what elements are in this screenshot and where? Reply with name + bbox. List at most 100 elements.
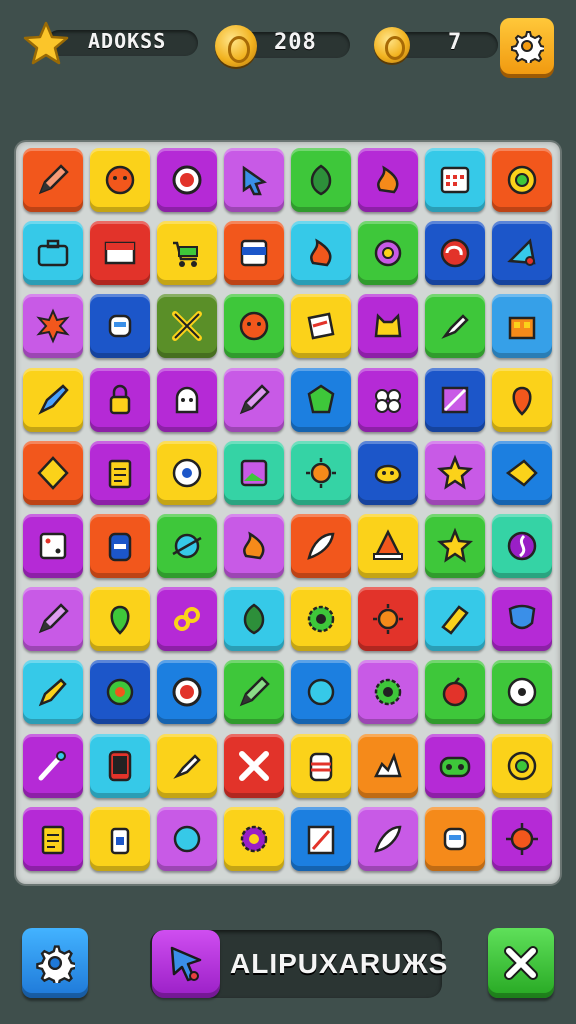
jar-icon	[108, 532, 132, 562]
board-tile[interactable]	[224, 221, 284, 286]
shield-icon	[508, 604, 536, 630]
board-tile[interactable]	[492, 660, 552, 725]
clipboard-icon	[41, 825, 65, 855]
board-tile[interactable]	[157, 514, 217, 578]
board-tile[interactable]	[425, 367, 485, 432]
board-tile[interactable]	[425, 221, 485, 286]
close-button[interactable]	[488, 928, 554, 998]
board-tile[interactable]	[23, 806, 83, 871]
board-tile[interactable]	[224, 733, 284, 798]
board-tile[interactable]	[90, 440, 150, 505]
burst-icon	[36, 308, 70, 344]
board-tile[interactable]	[425, 294, 485, 359]
board-tile[interactable]	[291, 514, 351, 578]
board-tile[interactable]	[492, 440, 552, 505]
board-tile[interactable]	[23, 367, 83, 432]
board-tile[interactable]	[157, 587, 217, 652]
hint-button[interactable]	[152, 930, 220, 998]
board-tile[interactable]	[492, 733, 552, 798]
board-tile[interactable]	[157, 294, 217, 359]
board-tile[interactable]	[492, 587, 552, 652]
board-tile[interactable]	[157, 221, 217, 286]
board-tile[interactable]	[23, 440, 83, 505]
board-tile[interactable]	[90, 514, 150, 578]
board-tile[interactable]	[291, 587, 351, 652]
board-tile[interactable]	[157, 440, 217, 505]
feather-icon	[307, 532, 335, 560]
board-tile[interactable]	[157, 367, 217, 432]
board-tile[interactable]	[291, 221, 351, 286]
fire-icon	[310, 238, 332, 267]
board-tile[interactable]	[90, 221, 150, 286]
board-tile[interactable]	[291, 294, 351, 359]
board-tile[interactable]	[291, 440, 351, 505]
board-tile[interactable]	[23, 514, 83, 578]
board-tile[interactable]	[90, 294, 150, 359]
board-tile[interactable]	[224, 660, 284, 725]
board-tile[interactable]	[224, 806, 284, 871]
board-tile[interactable]	[358, 514, 418, 578]
banner-icon	[240, 239, 268, 267]
board-tile[interactable]	[90, 660, 150, 725]
board-tile[interactable]	[425, 514, 485, 578]
board-tile[interactable]	[492, 294, 552, 359]
calendar-icon	[440, 166, 470, 194]
bottle-icon	[110, 827, 130, 855]
board-tile[interactable]	[492, 367, 552, 432]
board-tile[interactable]	[23, 148, 83, 212]
board-tile[interactable]	[157, 660, 217, 725]
robot-icon	[443, 827, 467, 851]
board-tile[interactable]	[23, 587, 83, 652]
board-tile[interactable]	[157, 148, 217, 212]
board-tile[interactable]	[224, 148, 284, 212]
board-tile[interactable]	[425, 148, 485, 212]
settings-button-bottom[interactable]	[22, 928, 88, 998]
board-tile[interactable]	[291, 148, 351, 212]
board-tile[interactable]	[224, 367, 284, 432]
board-tile[interactable]	[224, 514, 284, 578]
board-tile[interactable]	[291, 367, 351, 432]
board-tile[interactable]	[291, 733, 351, 798]
board-tile[interactable]	[492, 514, 552, 578]
board-tile[interactable]	[291, 806, 351, 871]
board-tile[interactable]	[492, 806, 552, 871]
board-tile[interactable]	[358, 440, 418, 505]
board-tile[interactable]	[157, 806, 217, 871]
board-tile[interactable]	[425, 587, 485, 652]
board-tile[interactable]	[425, 440, 485, 505]
board-tile[interactable]	[425, 660, 485, 725]
board-tile[interactable]	[358, 294, 418, 359]
board-tile[interactable]	[90, 806, 150, 871]
board-tile[interactable]	[90, 587, 150, 652]
board-tile[interactable]	[23, 660, 83, 725]
board-tile[interactable]	[425, 806, 485, 871]
ring-icon	[172, 165, 202, 195]
board-tile[interactable]	[358, 587, 418, 652]
board-tile[interactable]	[358, 148, 418, 212]
board-tile[interactable]	[358, 660, 418, 725]
board-tile[interactable]	[90, 367, 150, 432]
board-tile[interactable]	[358, 806, 418, 871]
board-tile[interactable]	[358, 733, 418, 798]
swirl-icon	[440, 238, 470, 268]
tools-icon	[172, 311, 202, 342]
board-tile[interactable]	[224, 440, 284, 505]
board-tile[interactable]	[23, 294, 83, 359]
board-tile[interactable]	[90, 148, 150, 212]
board-tile[interactable]	[90, 733, 150, 798]
board-tile[interactable]	[492, 148, 552, 212]
board-tile[interactable]	[358, 221, 418, 286]
board-tile[interactable]	[23, 221, 83, 286]
board-tile[interactable]	[224, 294, 284, 359]
board-tile[interactable]	[291, 660, 351, 725]
board-tile[interactable]	[224, 587, 284, 652]
ghost-icon	[175, 386, 199, 413]
arrow-icon	[242, 165, 267, 196]
ring-icon	[172, 677, 202, 707]
board-tile[interactable]	[157, 733, 217, 798]
board-tile[interactable]	[425, 733, 485, 798]
board-tile[interactable]	[23, 733, 83, 798]
settings-button[interactable]	[500, 18, 554, 74]
board-tile[interactable]	[492, 221, 552, 286]
board-tile[interactable]	[358, 367, 418, 432]
